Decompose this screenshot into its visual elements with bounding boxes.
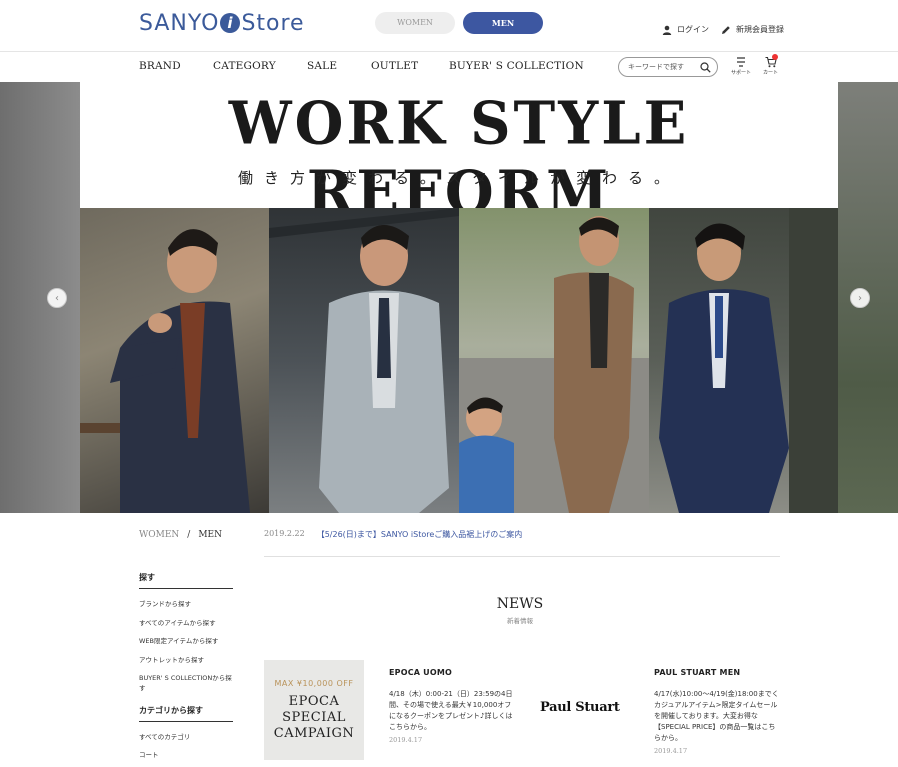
pencil-icon: [722, 25, 730, 34]
sidebar-link-web-limited[interactable]: WEB限定アイテムから探す: [139, 635, 233, 654]
news-item-brand: EPOCA UOMO: [389, 668, 453, 677]
hero-prev-slide-preview: [0, 82, 80, 513]
nav-item-outlet[interactable]: OUTLET: [371, 60, 418, 72]
paul-stuart-logo[interactable]: Paul Stuart: [540, 700, 620, 715]
campaign-line-1: EPOCA: [288, 693, 340, 709]
news-subtitle: 新着情報: [507, 617, 533, 625]
sidebar: 探す ブランドから探す すべてのアイテムから探す WEB限定アイテムから探す ア…: [139, 572, 233, 767]
model-navy-suit-illustration: [659, 208, 838, 513]
logo-text-store: Store: [241, 10, 305, 36]
epoca-campaign-banner[interactable]: MAX ¥10,000 OFF EPOCA SPECIAL CAMPAIGN: [264, 660, 364, 760]
logo-text-sanyo: SANYO: [139, 10, 220, 36]
search-box: [618, 57, 718, 77]
news-title: NEWS: [496, 596, 544, 612]
hero-photo-1: [80, 208, 269, 513]
sidebar-link-brand[interactable]: ブランドから探す: [139, 598, 233, 617]
model-seated-illustration: [80, 229, 250, 513]
carousel-next-button[interactable]: ›: [850, 288, 870, 308]
hero-banner: WORK STYLE REFORM 働き方が変わる。スタイルが変わる。: [80, 82, 838, 227]
sidebar-category-heading: カテゴリから探す: [139, 705, 233, 722]
cart-label: カート: [763, 70, 779, 76]
campaign-line-3: CAMPAIGN: [273, 725, 355, 741]
support-button[interactable]: サポート: [731, 56, 751, 76]
hero-photo-2: [269, 208, 459, 513]
breadcrumb-separator: /: [187, 530, 191, 540]
site-header: SANYO i Store WOMEN MEN ログイン 新規会員登録: [0, 0, 898, 52]
gender-men-button[interactable]: MEN: [463, 12, 543, 34]
chevron-right-icon: ›: [858, 292, 862, 304]
site-logo[interactable]: SANYO i Store: [139, 10, 305, 36]
register-link[interactable]: 新規会員登録: [721, 24, 784, 35]
sidebar-link-all-categories[interactable]: すべてのカテゴリ: [139, 731, 233, 750]
user-icon: [662, 25, 672, 35]
news-item-body: 4/18（木）0:00-21（日）23:59の4日間、その場で使える最大￥10,…: [389, 690, 513, 731]
breadcrumb-women[interactable]: WOMEN: [139, 530, 179, 540]
nav-item-brand[interactable]: BRAND: [139, 60, 181, 72]
campaign-line-2: SPECIAL: [282, 709, 346, 725]
sidebar-link-coat[interactable]: コート: [139, 749, 233, 767]
nav-item-category[interactable]: CATEGORY: [213, 60, 276, 72]
notice-date: 2019.2.22: [264, 529, 305, 538]
news-item-brand: PAUL STUART MEN: [654, 668, 741, 677]
cart-badge: [772, 54, 778, 60]
model-father-son-illustration: [459, 216, 649, 513]
hero-subtitle: 働き方が変わる。スタイルが変わる。: [237, 169, 680, 187]
login-link[interactable]: ログイン: [662, 24, 709, 35]
carousel-prev-button[interactable]: ‹: [47, 288, 67, 308]
gender-women-button[interactable]: WOMEN: [375, 12, 455, 34]
register-label: 新規会員登録: [736, 25, 784, 34]
search-input[interactable]: [628, 63, 696, 71]
nav-item-buyers-collection[interactable]: BUYER' S COLLECTION: [449, 60, 584, 72]
cart-button[interactable]: カート: [763, 54, 779, 76]
sidebar-search-heading: 探す: [139, 572, 233, 589]
logo-i-badge: i: [220, 13, 241, 33]
news-item-date: 2019.4.17: [654, 747, 688, 755]
search-icon[interactable]: [700, 61, 711, 73]
news-item-date: 2019.4.17: [389, 736, 423, 744]
campaign-discount-text: MAX ¥10,000 OFF: [274, 678, 354, 688]
news-item[interactable]: EPOCA UOMO 4/18（木）0:00-21（日）23:59の4日間、その…: [389, 668, 517, 744]
sidebar-link-all-items[interactable]: すべてのアイテムから探す: [139, 617, 233, 636]
hero-photo-3: [459, 208, 649, 513]
notice-divider: [264, 556, 780, 557]
news-item-body: 4/17(水)10:00～4/19(金)18:00までくカジュアルアイテム>限定…: [654, 690, 779, 742]
news-item[interactable]: PAUL STUART MEN 4/17(水)10:00～4/19(金)18:0…: [654, 668, 782, 755]
notice-link[interactable]: 【5/26(日)まで】SANYO iStoreご購入品裾上げのご案内: [317, 529, 523, 540]
login-label: ログイン: [677, 25, 709, 34]
sidebar-link-outlet[interactable]: アウトレットから探す: [139, 654, 233, 673]
breadcrumb: WOMEN / MEN: [139, 530, 222, 540]
support-menu-icon: [737, 57, 745, 67]
breadcrumb-men: MEN: [198, 530, 223, 540]
chevron-left-icon: ‹: [55, 292, 59, 304]
model-grey-suit-illustration: [269, 208, 459, 513]
notice-bar: 2019.2.22 【5/26(日)まで】SANYO iStoreご購入品裾上げ…: [264, 529, 522, 540]
hero-carousel[interactable]: WORK STYLE REFORM 働き方が変わる。スタイルが変わる。 ‹ ›: [0, 82, 898, 513]
sidebar-link-buyers-collection[interactable]: BUYER' S COLLECTIONから探す: [139, 672, 233, 692]
hero-title: WORK STYLE REFORM: [228, 88, 690, 228]
hero-photo-4: [649, 208, 838, 513]
nav-item-sale[interactable]: SALE: [307, 60, 337, 72]
main-nav: BRAND CATEGORY SALE OUTLET BUYER' S COLL…: [0, 52, 898, 82]
support-label: サポート: [731, 70, 752, 76]
